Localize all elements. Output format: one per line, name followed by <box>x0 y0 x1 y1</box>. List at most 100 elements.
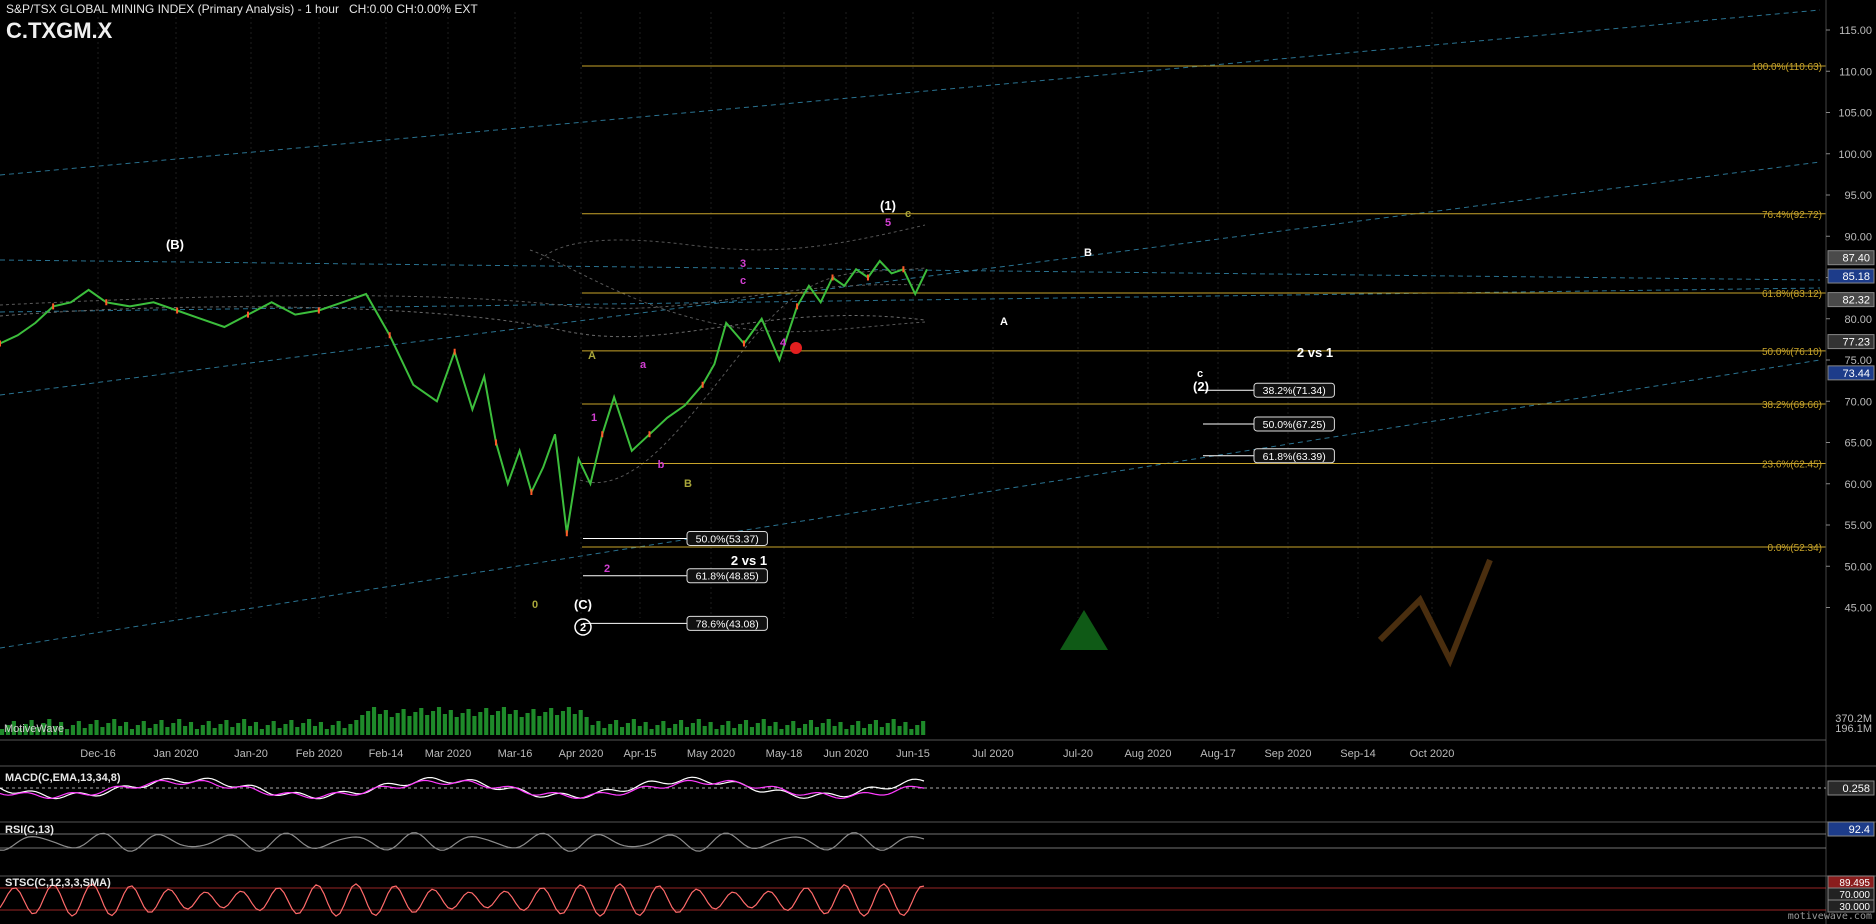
volume-bar <box>773 722 778 735</box>
fib-label: 23.6%(62.45) <box>1762 460 1822 471</box>
volume-bar <box>277 728 282 735</box>
volume-bar <box>94 720 99 735</box>
volume-bar <box>891 719 896 735</box>
volume-bar <box>301 723 306 735</box>
wave-label: c <box>740 275 746 287</box>
volume-bar <box>590 725 595 735</box>
volume-bar <box>826 719 831 735</box>
channel-line <box>0 9 1821 176</box>
rsi-line <box>0 832 925 852</box>
price-tick-label: 70.00 <box>1844 396 1872 408</box>
volume-bar <box>631 719 636 735</box>
source-label: MotiveWave <box>4 723 65 735</box>
price-tick-label: 115.00 <box>1839 25 1872 37</box>
price-candle <box>866 274 869 281</box>
volume-bar <box>383 710 388 735</box>
wave-label: (1) <box>880 198 896 213</box>
volume-bar <box>732 728 737 735</box>
volume-bar <box>850 725 855 735</box>
volume-bar <box>921 721 926 735</box>
volume-bar <box>401 709 406 735</box>
wave-label: B <box>684 478 692 490</box>
volume-bar <box>513 710 518 735</box>
price-candle <box>831 274 834 281</box>
volume-bar <box>354 720 359 735</box>
watermark-wave <box>1377 558 1493 668</box>
volume-bar <box>307 719 312 735</box>
volume-bar <box>643 722 648 735</box>
volume-bar <box>679 720 684 735</box>
volume-bar <box>803 724 808 735</box>
volume-bar <box>549 708 554 735</box>
price-tag-label: 77.23 <box>1842 337 1870 349</box>
stsc-tag-label: 70.000 <box>1839 890 1870 901</box>
volume-bar <box>797 728 802 735</box>
watermark-arrow <box>1060 610 1108 650</box>
volume-bar <box>738 724 743 735</box>
volume-bar <box>431 711 436 735</box>
volume-bar <box>271 721 276 735</box>
indicator-panels: 0.25892.489.49570.00030.000 <box>0 765 1876 917</box>
price-candle <box>601 431 604 438</box>
price-tick-label: 80.00 <box>1844 314 1872 326</box>
volume-bar <box>324 729 329 735</box>
price-tick-label: 65.00 <box>1844 438 1872 450</box>
time-tick-label: Jul-20 <box>1063 748 1093 760</box>
volume-bar <box>454 717 459 735</box>
wave-label: 2 vs 1 <box>731 553 767 568</box>
indicator-tag-label: 0.258 <box>1842 783 1870 795</box>
chart-title: S&P/TSX GLOBAL MINING INDEX (Primary Ana… <box>6 2 339 16</box>
volume-bar <box>879 727 884 735</box>
volume-bar <box>360 715 365 735</box>
time-tick-label: Oct 2020 <box>1410 748 1455 760</box>
volume-bar <box>531 709 536 735</box>
volume-bar <box>442 714 447 735</box>
volume-bar <box>318 722 323 735</box>
volume-bar <box>366 711 371 735</box>
time-tick-label: Jun-15 <box>896 748 930 760</box>
volume-bar <box>129 729 135 735</box>
fib-label: 61.8%(83.12) <box>1762 289 1822 300</box>
chart-canvas[interactable]: 100.0%(110.63)76.4%(92.72)61.8%(83.12)50… <box>0 0 1876 924</box>
fib-label: 50.0%(76.10) <box>1762 347 1822 358</box>
target-label: 78.6%(43.08) <box>696 618 759 630</box>
site-watermark: motivewave.com <box>1787 911 1872 922</box>
volume-bar <box>726 721 731 735</box>
volume-bar <box>283 724 288 735</box>
chart-header: S&P/TSX GLOBAL MINING INDEX (Primary Ana… <box>6 2 478 16</box>
target-boxes: 38.2%(71.34) 50.0%(67.25) 61.8%(63.39) 50.0… <box>583 382 1335 631</box>
price-tag-label: 85.18 <box>1842 271 1870 283</box>
volume-bar <box>466 709 471 735</box>
volume-bar <box>188 722 194 735</box>
volume-bar <box>259 729 264 735</box>
volume-bar <box>159 720 164 735</box>
fib-label: 76.4%(92.72) <box>1762 210 1822 221</box>
wave-label: (2) <box>1193 379 1209 394</box>
volume-bar <box>560 711 566 735</box>
volume-bar <box>123 722 129 735</box>
fib-label: 0.0%(52.34) <box>1768 543 1822 554</box>
volume-bar <box>165 727 170 735</box>
volume-bar <box>247 726 253 735</box>
target-label: 50.0%(53.37) <box>696 533 759 545</box>
volume-bar <box>135 725 140 735</box>
price-tick-label: 55.00 <box>1844 520 1872 532</box>
volume-bar <box>608 724 613 735</box>
price-tick-label: 110.00 <box>1839 66 1872 78</box>
volume-bar <box>377 714 383 735</box>
stockwaves-watermark <box>1060 558 1493 668</box>
volume-bar <box>749 727 754 735</box>
price-candle <box>565 530 568 537</box>
time-tick-label: Jan 2020 <box>153 748 198 760</box>
volume-bar <box>614 720 619 735</box>
price-tick-label: 60.00 <box>1844 479 1872 491</box>
wave-label: A <box>1000 316 1008 328</box>
volume-bar <box>519 717 524 735</box>
fib-label: 38.2%(69.66) <box>1762 400 1822 411</box>
target-label: 38.2%(71.34) <box>1263 385 1326 397</box>
volume-bar <box>389 717 394 735</box>
price-candle <box>701 381 704 388</box>
price-candle <box>796 303 799 310</box>
volume-bar <box>909 729 914 735</box>
channel-line <box>0 359 1821 649</box>
